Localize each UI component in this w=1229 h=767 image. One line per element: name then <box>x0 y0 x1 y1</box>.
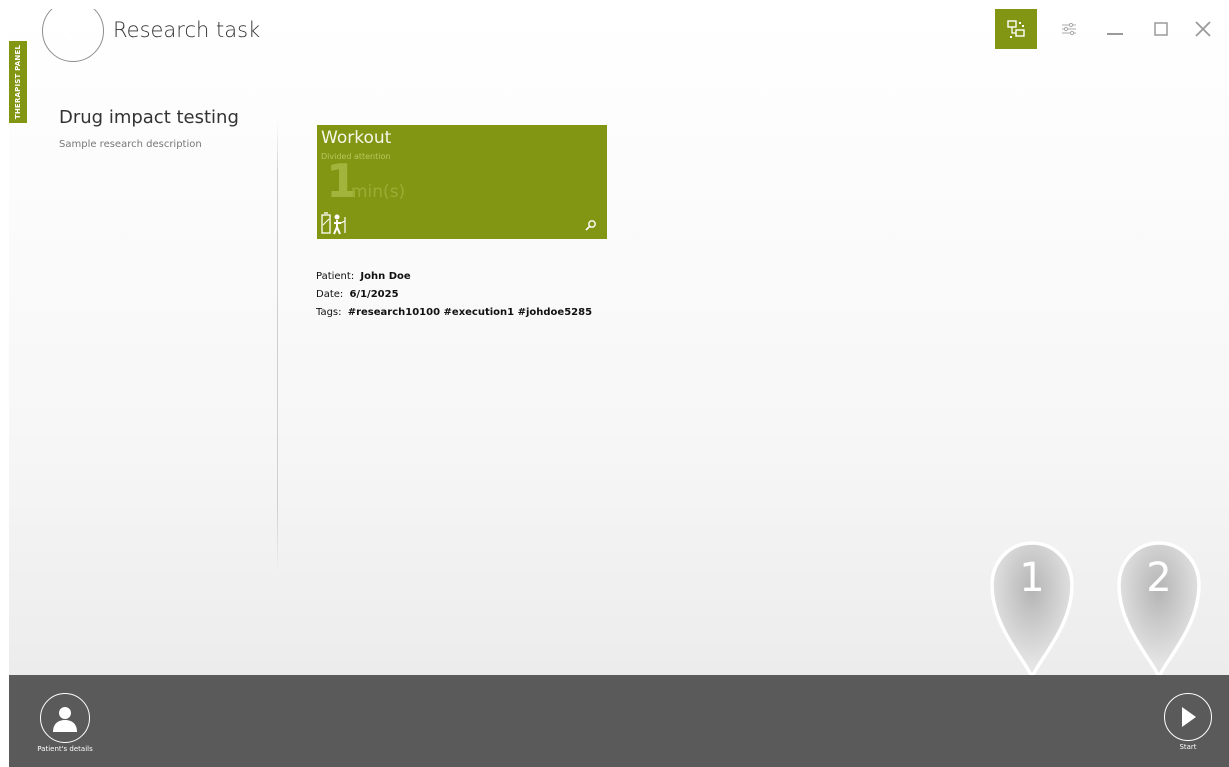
tile-title: Workout <box>321 128 392 148</box>
arrow-left-icon <box>60 20 86 42</box>
back-button[interactable] <box>42 9 104 62</box>
start-button[interactable]: Start <box>1157 693 1219 751</box>
date-info: Date: 6/1/2025 <box>316 289 399 300</box>
tags-info: Tags: #research10100 #execution1 #johdoe… <box>316 307 592 318</box>
therapist-panel-label: THERAPIST PANEL <box>14 44 22 120</box>
research-name: Drug impact testing <box>59 107 239 128</box>
page-title: Research task <box>113 18 261 42</box>
tags-value: #research10100 #execution1 #johdoe5285 <box>347 307 593 318</box>
network-icon <box>1007 20 1025 38</box>
maximize-icon <box>1154 22 1168 36</box>
close-button[interactable] <box>1189 9 1217 49</box>
tutorial-marker-1: 1 <box>986 539 1078 682</box>
minimize-icon <box>1107 33 1123 35</box>
research-description: Sample research description <box>59 139 202 150</box>
therapist-panel-tab[interactable]: THERAPIST PANEL <box>9 41 27 123</box>
tile-duration-unit: min(s) <box>351 182 406 202</box>
workout-tile[interactable]: Workout Divided attention 1 min(s) <box>317 125 607 239</box>
close-icon <box>1195 21 1211 37</box>
start-circle[interactable] <box>1164 693 1212 741</box>
play-icon <box>1182 707 1196 727</box>
marker-number: 2 <box>1146 555 1172 601</box>
date-label: Date: <box>316 289 344 300</box>
patient-value: John Doe <box>360 271 411 282</box>
app-window: THERAPIST PANEL Research task Drug impac… <box>9 9 1229 767</box>
date-value: 6/1/2025 <box>349 289 399 300</box>
tags-label: Tags: <box>316 307 342 318</box>
magnifier-icon[interactable] <box>585 216 597 235</box>
patient-details-circle[interactable] <box>40 693 90 743</box>
minimize-button[interactable] <box>1101 9 1129 49</box>
marker-number: 1 <box>1019 555 1045 601</box>
tutorial-marker-2: 2 <box>1113 539 1205 682</box>
patient-info: Patient: John Doe <box>316 271 411 282</box>
panel-divider <box>277 121 278 576</box>
patient-details-label: Patient's details <box>37 745 93 753</box>
start-label: Start <box>1179 743 1197 751</box>
patient-details-button[interactable]: Patient's details <box>27 693 103 753</box>
settings-button[interactable] <box>1055 9 1083 49</box>
maximize-button[interactable] <box>1147 9 1175 49</box>
network-button[interactable] <box>995 9 1037 49</box>
person-icon <box>53 707 77 732</box>
bottom-app-bar: Patient's details Start <box>9 675 1229 767</box>
sliders-icon <box>1062 22 1076 36</box>
person-station-icon <box>321 211 347 239</box>
patient-label: Patient: <box>316 271 355 282</box>
